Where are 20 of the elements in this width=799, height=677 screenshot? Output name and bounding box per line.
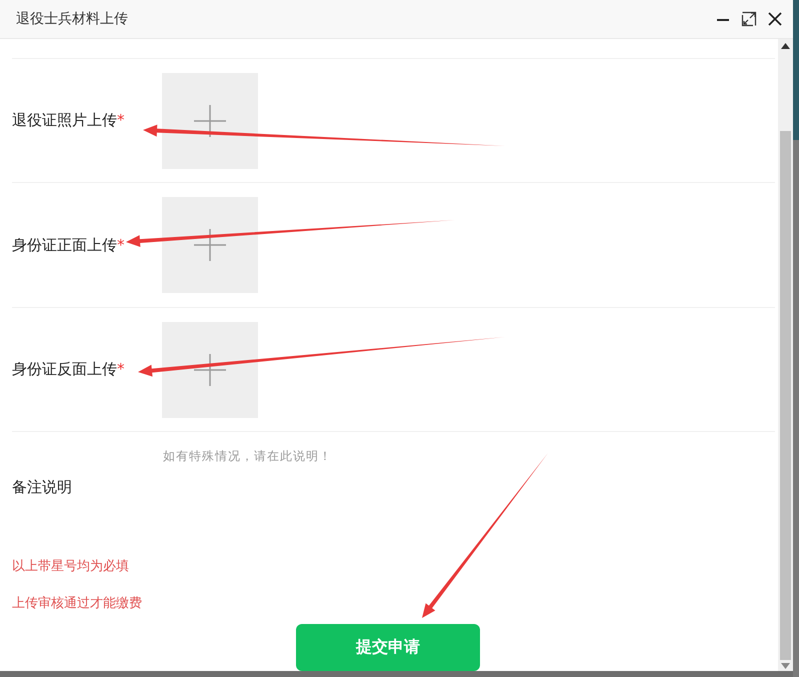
remark-field[interactable]: 如有特殊情况，请在此说明！: [162, 432, 463, 466]
maximize-icon[interactable]: [741, 11, 757, 27]
field-label: 身份证反面上传*: [12, 360, 126, 380]
plus-icon: [194, 354, 226, 386]
upload-box[interactable]: [162, 322, 258, 418]
upload-box[interactable]: [162, 72, 258, 169]
notice-text: 以上带星号均为必填: [12, 558, 130, 575]
submit-button[interactable]: 提交申请: [296, 624, 480, 671]
plus-icon: [194, 104, 226, 137]
field-label: 退役证照片上传*: [12, 111, 126, 130]
scrollbar[interactable]: [778, 39, 793, 671]
plus-icon: [194, 229, 226, 262]
close-icon[interactable]: [767, 11, 783, 27]
notice-text: 上传审核通过才能缴费: [12, 595, 143, 612]
field-label: 备注说明: [12, 477, 73, 498]
window-title: 退役士兵材料上传: [16, 10, 128, 28]
scroll-up-icon[interactable]: [781, 43, 790, 49]
upload-box[interactable]: [162, 197, 258, 294]
field-label: 身份证正面上传*: [12, 236, 126, 255]
scroll-down-icon[interactable]: [781, 663, 790, 669]
